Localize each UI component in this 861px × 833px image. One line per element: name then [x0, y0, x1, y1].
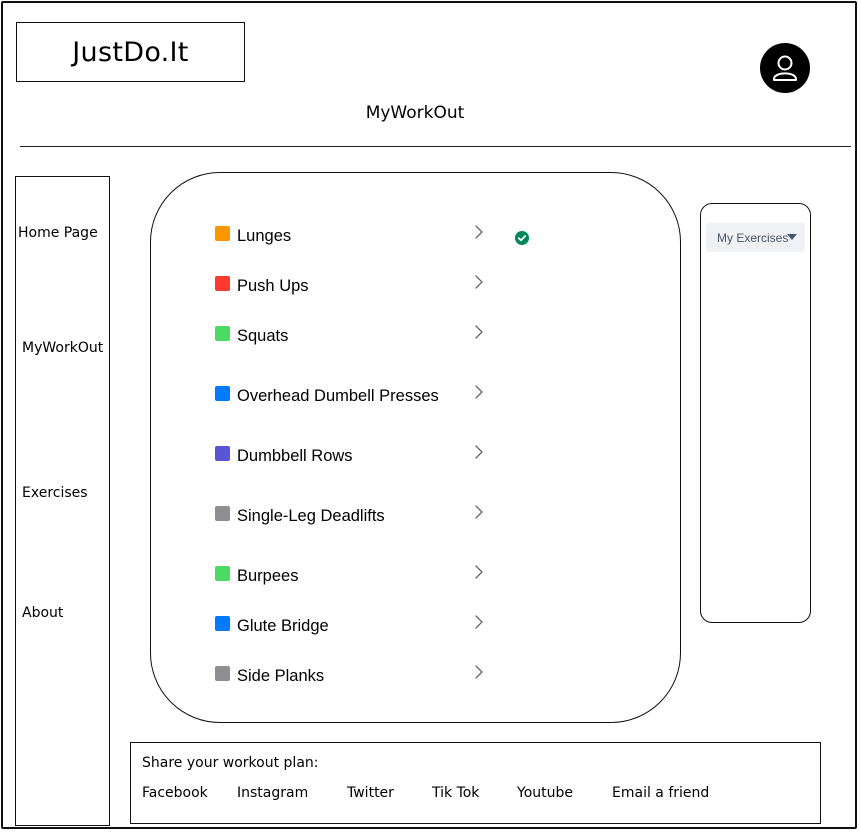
chevron-right-icon[interactable]: [473, 274, 485, 290]
chevron-right-icon[interactable]: [473, 614, 485, 630]
exercise-color-swatch: [215, 326, 230, 341]
sidebar-item-about[interactable]: About: [22, 605, 63, 621]
exercise-label: Single-Leg Deadlifts: [237, 507, 385, 525]
sidebar: [15, 176, 110, 826]
my-exercises-dropdown[interactable]: My Exercises: [706, 223, 805, 252]
share-title: Share your workout plan:: [142, 755, 319, 771]
share-link-facebook[interactable]: Facebook: [142, 785, 208, 801]
exercise-label: Glute Bridge: [237, 617, 329, 635]
exercise-label: Squats: [237, 327, 289, 345]
exercise-color-swatch: [215, 666, 230, 681]
exercise-row[interactable]: Burpees: [215, 564, 495, 588]
share-link-youtube[interactable]: Youtube: [517, 785, 573, 801]
check-circle-icon: [515, 231, 529, 245]
exercise-row[interactable]: Squats: [215, 324, 495, 348]
chevron-right-icon[interactable]: [473, 564, 485, 580]
exercise-row[interactable]: Lunges: [215, 224, 495, 248]
chevron-right-icon[interactable]: [473, 324, 485, 340]
dropdown-selected-value: My Exercises: [717, 231, 789, 245]
logo-text: JustDo.It: [72, 36, 189, 68]
share-link-instagram[interactable]: Instagram: [237, 785, 308, 801]
exercise-color-swatch: [215, 446, 230, 461]
exercise-row[interactable]: Dumbbell Rows: [215, 444, 495, 468]
sidebar-item-home-page[interactable]: Home Page: [18, 225, 98, 241]
exercise-color-swatch: [215, 226, 230, 241]
exercise-color-swatch: [215, 386, 230, 401]
exercise-row[interactable]: Glute Bridge: [215, 614, 495, 638]
exercise-label: Dumbbell Rows: [237, 447, 353, 465]
chevron-right-icon[interactable]: [473, 444, 485, 460]
exercise-label: Push Ups: [237, 277, 309, 295]
header-divider: [20, 146, 851, 147]
sidebar-item-exercises[interactable]: Exercises: [22, 485, 88, 501]
caret-down-icon: [787, 234, 797, 240]
chevron-right-icon[interactable]: [473, 224, 485, 240]
chevron-right-icon[interactable]: [473, 664, 485, 680]
user-icon: [773, 55, 797, 81]
exercises-side-panel: [700, 203, 811, 623]
exercise-row[interactable]: Overhead Dumbell Presses: [215, 384, 495, 408]
exercise-row[interactable]: Push Ups: [215, 274, 495, 298]
share-link-twitter[interactable]: Twitter: [347, 785, 394, 801]
chevron-right-icon[interactable]: [473, 504, 485, 520]
avatar-button[interactable]: [760, 43, 810, 93]
exercise-color-swatch: [215, 616, 230, 631]
exercise-row[interactable]: Single-Leg Deadlifts: [215, 504, 495, 528]
exercise-label: Lunges: [237, 227, 292, 245]
sidebar-item-myworkout[interactable]: MyWorkOut: [22, 340, 103, 356]
exercise-color-swatch: [215, 506, 230, 521]
share-link-email-a-friend[interactable]: Email a friend: [612, 785, 709, 801]
exercise-label: Overhead Dumbell Presses: [237, 387, 439, 405]
chevron-right-icon[interactable]: [473, 384, 485, 400]
logo[interactable]: JustDo.It: [16, 22, 245, 82]
share-link-tiktok[interactable]: Tik Tok: [432, 785, 479, 801]
exercise-color-swatch: [215, 566, 230, 581]
page-title: MyWorkOut: [365, 103, 465, 123]
exercise-label: Burpees: [237, 567, 299, 585]
exercise-row[interactable]: Side Planks: [215, 664, 495, 688]
exercise-color-swatch: [215, 276, 230, 291]
exercise-label: Side Planks: [237, 667, 325, 685]
